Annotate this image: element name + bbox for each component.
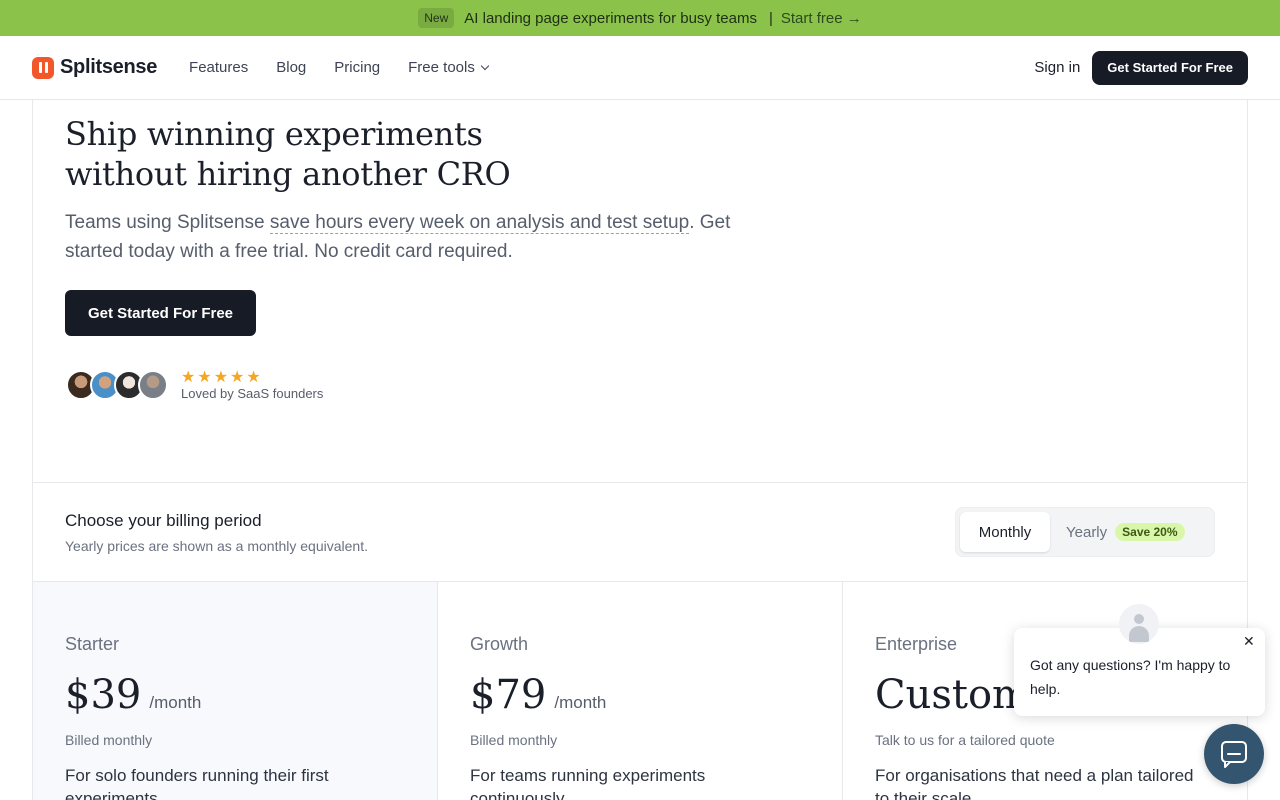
announcement-message[interactable]: AI landing page experiments for busy tea… <box>464 10 757 27</box>
hero-subtitle: Teams using Splitsense save hours every … <box>65 208 765 266</box>
splitsense-logo-icon <box>32 56 54 79</box>
start-free-link[interactable]: Start free → <box>781 10 862 27</box>
nav-free-tools[interactable]: Free tools <box>408 59 490 76</box>
hero-title: Ship winning experiments without hiring … <box>65 114 625 194</box>
plan-billing-note: Billed monthly <box>470 732 558 748</box>
chat-icon <box>1221 741 1247 768</box>
header-get-started-button[interactable]: Get Started For Free <box>1092 50 1248 85</box>
founder-avatars <box>66 370 168 400</box>
billing-toggle: Monthly Yearly Save 20% <box>955 507 1215 557</box>
new-badge: New <box>418 8 455 28</box>
star-icon: ★ <box>181 369 196 386</box>
announcement-separator: | <box>768 9 773 27</box>
plan-description: For solo founders running their first ex… <box>65 766 329 800</box>
brand-logo[interactable]: Splitsense <box>32 56 157 79</box>
plan-price-unit: /month <box>149 693 202 712</box>
billing-yearly-label: Yearly <box>1066 523 1108 541</box>
chevron-down-icon <box>480 61 490 71</box>
plan-card-starter: Starter $39 /month Billed monthly For so… <box>33 582 438 800</box>
announcement-bar[interactable]: New AI landing page experiments for busy… <box>0 0 1280 36</box>
plan-price: $39 /month <box>65 672 201 718</box>
billing-subtitle: Yearly prices are shown as a monthly equ… <box>65 538 368 554</box>
plan-price-unit: /month <box>554 693 607 712</box>
star-icon: ★ <box>246 369 261 386</box>
plan-name: Enterprise <box>875 634 958 654</box>
hero-sub-before: Teams using Splitsense <box>65 212 270 233</box>
plan-billing-note: Billed monthly <box>65 732 153 748</box>
sign-in-link[interactable]: Sign in <box>1034 59 1080 76</box>
plan-price-amount: $79 <box>470 672 547 718</box>
avatar <box>138 370 168 400</box>
plan-price: Custom <box>875 672 1030 718</box>
rating-stars: ★ ★ ★ ★ ★ <box>181 367 261 387</box>
hero-get-started-button[interactable]: Get Started For Free <box>65 290 256 336</box>
social-proof-text: Loved by SaaS founders <box>181 386 324 401</box>
nav-features[interactable]: Features <box>189 59 248 76</box>
star-icon: ★ <box>230 369 245 386</box>
chat-message-text: Got any questions? I'm happy to help. <box>1030 657 1231 697</box>
close-icon[interactable]: ✕ <box>1243 634 1255 648</box>
nav-blog[interactable]: Blog <box>276 59 306 76</box>
billing-period-section: Choose your billing period Yearly prices… <box>33 482 1247 582</box>
nav-free-tools-label: Free tools <box>408 59 475 76</box>
nav-pricing[interactable]: Pricing <box>334 59 380 76</box>
site-header: Splitsense Features Blog Pricing Free to… <box>0 36 1280 100</box>
plan-billing-note: Talk to us for a tailored quote <box>875 732 1055 748</box>
hero-title-line2: without hiring another CRO <box>65 155 511 193</box>
brand-name: Splitsense <box>60 56 158 78</box>
plan-price: $79 /month <box>470 672 606 718</box>
plan-name: Growth <box>470 634 529 654</box>
billing-yearly-option[interactable]: Yearly Save 20% <box>1066 508 1185 556</box>
hero-sub-highlight: save hours every week on analysis and te… <box>269 212 690 234</box>
plan-name: Starter <box>65 634 120 654</box>
star-icon: ★ <box>213 369 229 386</box>
plan-description: For organisations that need a plan tailo… <box>875 766 1194 800</box>
chat-agent-avatar <box>1119 604 1159 644</box>
chat-launcher-button[interactable] <box>1204 724 1264 784</box>
billing-title: Choose your billing period <box>65 511 262 530</box>
hero-title-line1: Ship winning experiments <box>65 115 483 153</box>
main-nav: Features Blog Pricing Free tools <box>189 59 490 76</box>
plan-price-amount: $39 <box>65 672 142 718</box>
plan-card-growth: Growth $79 /month Billed monthly For tea… <box>438 582 843 800</box>
plan-price-amount: Custom <box>875 672 1030 718</box>
star-icon: ★ <box>197 369 212 386</box>
billing-monthly-option[interactable]: Monthly <box>960 512 1050 552</box>
save-badge: Save 20% <box>1115 523 1185 541</box>
plan-description: For teams running experiments continuous… <box>470 766 706 800</box>
